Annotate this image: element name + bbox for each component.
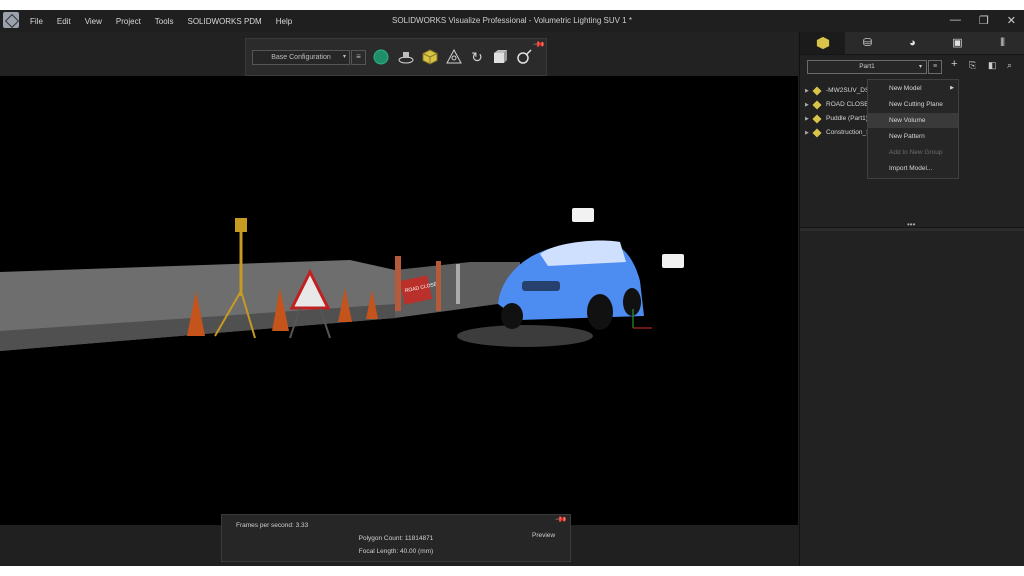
expand-arrow-icon[interactable]: ▶ [805, 126, 809, 140]
main-toolbar: Base Configuration ▾ ≡ ↻ 📌 [245, 38, 547, 76]
part-cube-icon [812, 86, 822, 96]
configuration-value: Base Configuration [271, 54, 331, 61]
expand-arrow-icon[interactable]: ▶ [805, 84, 809, 98]
search-icon[interactable]: ⌕ [1007, 60, 1012, 71]
pin-icon[interactable]: 📌 [532, 38, 545, 51]
tree-item-label: Puddle (Part1) [826, 115, 868, 122]
cameras-tab-icon[interactable]: ▣ [935, 32, 980, 54]
menu-new-volume[interactable]: New Volume [868, 113, 958, 128]
part-cube-icon [812, 128, 822, 138]
menu-item-label: Add to New Group [889, 149, 943, 156]
chevron-down-icon: ▾ [918, 64, 922, 70]
import-icon[interactable]: ⎘ [969, 60, 976, 71]
puddle [457, 325, 593, 347]
part-list-button[interactable]: ≡ [928, 60, 942, 74]
configuration-select[interactable]: Base Configuration ▾ [252, 50, 350, 65]
part-select[interactable]: Part1 ▾ [807, 60, 927, 74]
render-viewport[interactable]: ROAD CLOSED [0, 76, 798, 525]
spot-light-gizmo[interactable] [662, 254, 684, 268]
suv-grille [522, 281, 560, 291]
palette-tabs: ⛁ ◕ ▣ ⫴ [800, 32, 1024, 55]
menu-item-label: New Model [889, 85, 922, 92]
menu-new-pattern[interactable]: New Pattern [868, 129, 958, 144]
environment-sphere-icon[interactable] [372, 49, 390, 65]
menu-item-label: New Volume [889, 117, 926, 124]
models-tab-icon[interactable] [800, 32, 845, 54]
suv-windshield [540, 240, 626, 266]
submenu-arrow-icon: ▶ [950, 85, 954, 91]
scene-tree-icon[interactable] [445, 48, 463, 65]
menu-new-model[interactable]: New Model ▶ [868, 81, 958, 96]
part-cube-icon [812, 114, 822, 124]
menu-item-label: New Cutting Plane [889, 101, 943, 108]
scenes-tab-icon[interactable]: ◕ [890, 32, 935, 54]
chevron-down-icon: ▾ [342, 54, 346, 60]
polygon-count: Polygon Count: 11814871 [358, 535, 434, 542]
part-cube-icon [812, 100, 822, 110]
model-cube-icon[interactable] [421, 49, 439, 65]
scene-render: ROAD CLOSED [0, 208, 684, 351]
stats-overlay: Frames per second: 3.33 Polygon Count: 1… [221, 513, 571, 562]
expand-arrow-icon[interactable]: ▶ [805, 98, 809, 112]
menu-new-cutting-plane[interactable]: New Cutting Plane [868, 97, 958, 112]
suv-wheel [623, 288, 641, 316]
render-mode-label[interactable]: Preview [532, 532, 555, 539]
title-bar: File Edit View Project Tools SOLIDWORKS … [0, 10, 1024, 32]
turntable-icon[interactable] [397, 49, 415, 65]
expand-arrow-icon[interactable]: ▶ [805, 112, 809, 126]
page-margin [0, 566, 1024, 576]
tree-item-label: Construction_S [826, 129, 871, 136]
menu-import-model[interactable]: Import Model... [868, 161, 958, 176]
window-controls: — ❐ ✕ [950, 14, 1016, 27]
render-settings-icon[interactable] [515, 49, 533, 65]
split-view-icon[interactable]: ◧ [988, 60, 997, 71]
restore-button[interactable]: ❐ [979, 14, 989, 27]
focal-length: Focal Length: 40.00 (mm) [358, 548, 434, 555]
minimize-button[interactable]: — [950, 14, 961, 27]
panel-splitter[interactable] [800, 227, 1024, 231]
close-button[interactable]: ✕ [1007, 14, 1016, 27]
reset-icon[interactable]: ↻ [468, 49, 486, 65]
context-menu: New Model ▶ New Cutting Plane New Volume… [867, 79, 959, 179]
tree-item-label: -MW2SUV_DS [826, 87, 870, 94]
fps-readout: Frames per second: 3.33 [236, 522, 309, 529]
suv-wheel [587, 294, 613, 330]
window-title: SOLIDWORKS Visualize Professional - Volu… [392, 16, 632, 25]
add-icon[interactable]: + [951, 58, 957, 70]
suv-wheel [501, 303, 523, 329]
libraries-tab-icon[interactable]: ⫴ [980, 32, 1024, 54]
menu-item-label: Import Model... [889, 165, 933, 172]
appearances-tab-icon[interactable]: ⛁ [845, 32, 890, 54]
camera-light-gizmo[interactable] [572, 208, 594, 222]
configuration-list-button[interactable]: ≡ [351, 50, 366, 65]
menu-item-label: New Pattern [889, 133, 925, 140]
work-light [235, 218, 247, 232]
part-select-value: Part1 [859, 63, 875, 70]
camera-box-icon[interactable] [491, 49, 509, 65]
pin-icon[interactable]: 📌 [554, 513, 567, 526]
menu-add-to-new-group: Add to New Group [868, 145, 958, 160]
